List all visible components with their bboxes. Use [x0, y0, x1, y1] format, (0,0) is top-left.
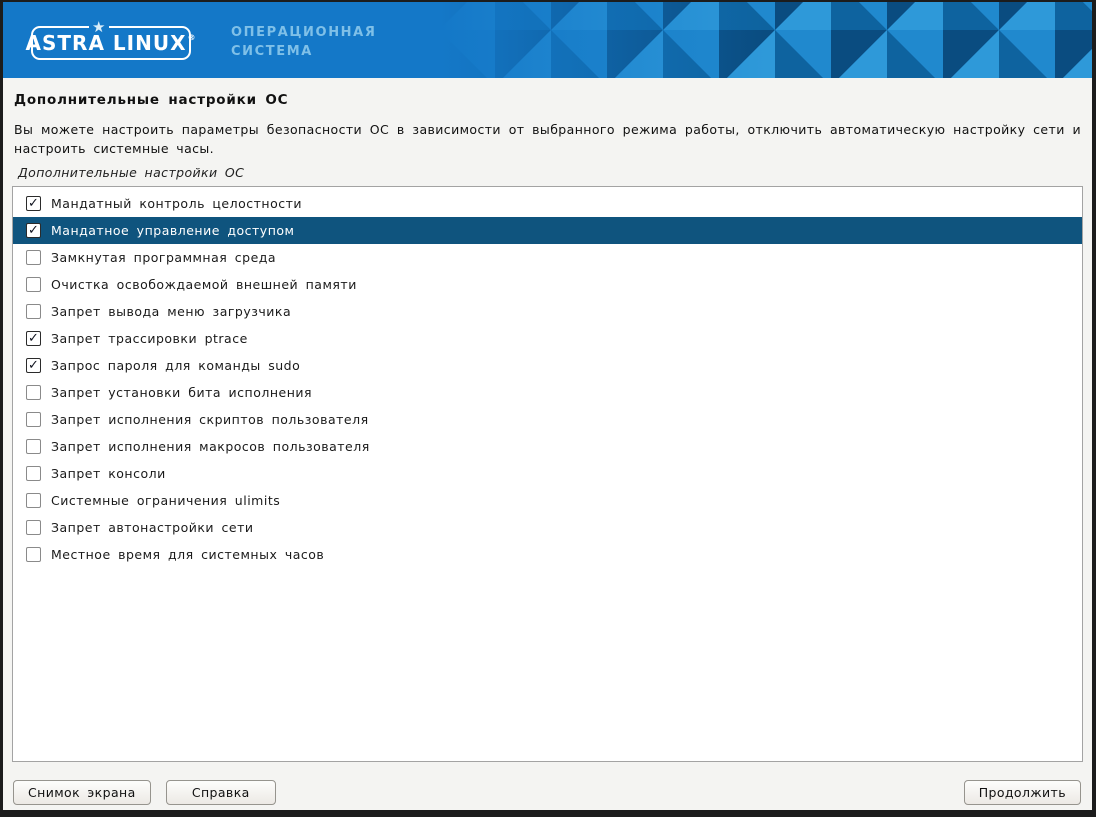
list-item-label: Очистка освобождаемой внешней памяти — [51, 277, 357, 292]
list-item[interactable]: Запрет установки бита исполнения — [13, 379, 1082, 406]
list-item-label: Запрет вывода меню загрузчика — [51, 304, 291, 319]
registered-mark: ® — [187, 33, 196, 42]
list-item-label: Мандатный контроль целостности — [51, 196, 302, 211]
list-item-label: Запрет трассировки ptrace — [51, 331, 248, 346]
os-tagline: ОПЕРАЦИОННАЯ СИСТЕМА — [231, 23, 376, 61]
list-item-label: Замкнутая программная среда — [51, 250, 276, 265]
checkbox-unchecked-icon[interactable] — [26, 547, 41, 562]
checkbox-unchecked-icon[interactable] — [26, 520, 41, 535]
checkbox-unchecked-icon[interactable] — [26, 493, 41, 508]
list-item-label: Запрет консоли — [51, 466, 166, 481]
list-item[interactable]: Замкнутая программная среда — [13, 244, 1082, 271]
tagline-line2: СИСТЕМА — [231, 42, 376, 61]
list-item[interactable]: Запрет исполнения макросов пользователя — [13, 433, 1082, 460]
list-item-label: Системные ограничения ulimits — [51, 493, 280, 508]
list-item[interactable]: Запрет автонастройки сети — [13, 514, 1082, 541]
checkbox-checked-icon[interactable]: ✓ — [26, 358, 41, 373]
logo-star-wrap: ★ — [89, 15, 109, 35]
checkbox-unchecked-icon[interactable] — [26, 466, 41, 481]
list-item[interactable]: Запрет консоли — [13, 460, 1082, 487]
star-icon: ★ — [92, 20, 106, 35]
list-item-label: Запрет исполнения скриптов пользователя — [51, 412, 369, 427]
header-geometric-pattern — [439, 2, 1092, 78]
astra-linux-logo: ★ ASTRA LINUX ® — [31, 26, 191, 60]
list-item[interactable]: ✓ Запрос пароля для команды sudo — [13, 352, 1082, 379]
options-listbox[interactable]: ✓ Мандатный контроль целостности ✓ Мандатно… — [12, 186, 1083, 762]
checkbox-unchecked-icon[interactable] — [26, 439, 41, 454]
checkbox-checked-icon[interactable]: ✓ — [26, 196, 41, 211]
list-item[interactable]: ✓ Мандатный контроль целостности — [13, 190, 1082, 217]
list-item[interactable]: Запрет вывода меню загрузчика — [13, 298, 1082, 325]
list-item[interactable]: Местное время для системных часов — [13, 541, 1082, 568]
checkbox-checked-icon[interactable]: ✓ — [26, 331, 41, 346]
tagline-line1: ОПЕРАЦИОННАЯ — [231, 23, 376, 42]
checkbox-unchecked-icon[interactable] — [26, 250, 41, 265]
options-list-label: Дополнительные настройки ОС — [18, 165, 1083, 180]
page-title: Дополнительные настройки ОС — [14, 92, 1083, 108]
header: ★ ASTRA LINUX ® ОПЕРАЦИОННАЯ СИСТЕМА — [3, 2, 1092, 78]
list-item-label: Запрет установки бита исполнения — [51, 385, 312, 400]
list-item-label: Запрос пароля для команды sudo — [51, 358, 300, 373]
list-item-label: Запрет автонастройки сети — [51, 520, 254, 535]
page-description: Вы можете настроить параметры безопаснос… — [14, 120, 1081, 158]
list-item-label: Запрет исполнения макросов пользователя — [51, 439, 370, 454]
checkbox-unchecked-icon[interactable] — [26, 277, 41, 292]
installer-window: ★ ASTRA LINUX ® ОПЕРАЦИОННАЯ СИСТЕМА Доп… — [0, 0, 1096, 817]
list-item[interactable]: Очистка освобождаемой внешней памяти — [13, 271, 1082, 298]
list-item-label: Мандатное управление доступом — [51, 223, 294, 238]
screenshot-button[interactable]: Снимок экрана — [13, 780, 151, 805]
list-item[interactable]: Запрет исполнения скриптов пользователя — [13, 406, 1082, 433]
main-content: Дополнительные настройки ОС Вы можете на… — [3, 92, 1092, 762]
list-item[interactable]: ✓ Запрет трассировки ptrace — [13, 325, 1082, 352]
list-item[interactable]: ✓ Мандатное управление доступом — [13, 217, 1082, 244]
continue-button[interactable]: Продолжить — [964, 780, 1081, 805]
footer: Снимок экрана Справка Продолжить — [13, 780, 1081, 805]
help-button[interactable]: Справка — [166, 780, 276, 805]
list-item[interactable]: Системные ограничения ulimits — [13, 487, 1082, 514]
checkbox-unchecked-icon[interactable] — [26, 385, 41, 400]
list-item-label: Местное время для системных часов — [51, 547, 324, 562]
footer-left-buttons: Снимок экрана Справка — [13, 780, 276, 805]
checkbox-unchecked-icon[interactable] — [26, 304, 41, 319]
checkbox-unchecked-icon[interactable] — [26, 412, 41, 427]
checkbox-checked-icon[interactable]: ✓ — [26, 223, 41, 238]
